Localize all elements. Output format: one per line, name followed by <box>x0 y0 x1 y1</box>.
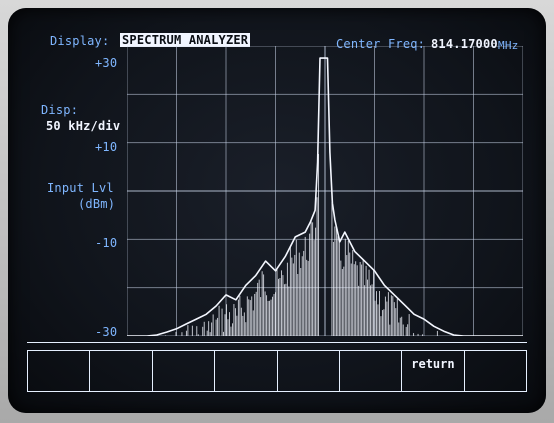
display-label: Display: <box>50 34 110 48</box>
softkey-1[interactable] <box>28 351 91 391</box>
noise-floor <box>165 154 438 336</box>
disp-label: Disp: <box>41 103 79 117</box>
softkey-bar: return <box>27 350 527 392</box>
softkey-5[interactable] <box>278 351 340 391</box>
input-lvl-unit: (dBm) <box>78 197 116 211</box>
display-mode-value[interactable]: SPECTRUM ANALYZER <box>120 33 251 47</box>
softkey-separator <box>27 342 527 343</box>
return-button[interactable]: return <box>402 351 465 391</box>
y-tick-label-1: +10 <box>95 140 118 154</box>
softkey-4[interactable] <box>215 351 278 391</box>
return-button-label: return <box>411 357 455 371</box>
softkey-8[interactable] <box>465 351 526 391</box>
y-tick-label-2: -10 <box>95 236 118 250</box>
softkey-2[interactable] <box>90 351 153 391</box>
softkey-3[interactable] <box>153 351 216 391</box>
plot-grid <box>127 46 523 336</box>
input-lvl-label: Input Lvl <box>47 181 114 195</box>
y-tick-label-3: -30 <box>95 325 118 339</box>
spectrum-plot <box>127 46 523 336</box>
disp-value[interactable]: 50 kHz/div <box>46 119 120 133</box>
softkey-6[interactable] <box>340 351 403 391</box>
y-tick-label-0: +30 <box>95 56 118 70</box>
